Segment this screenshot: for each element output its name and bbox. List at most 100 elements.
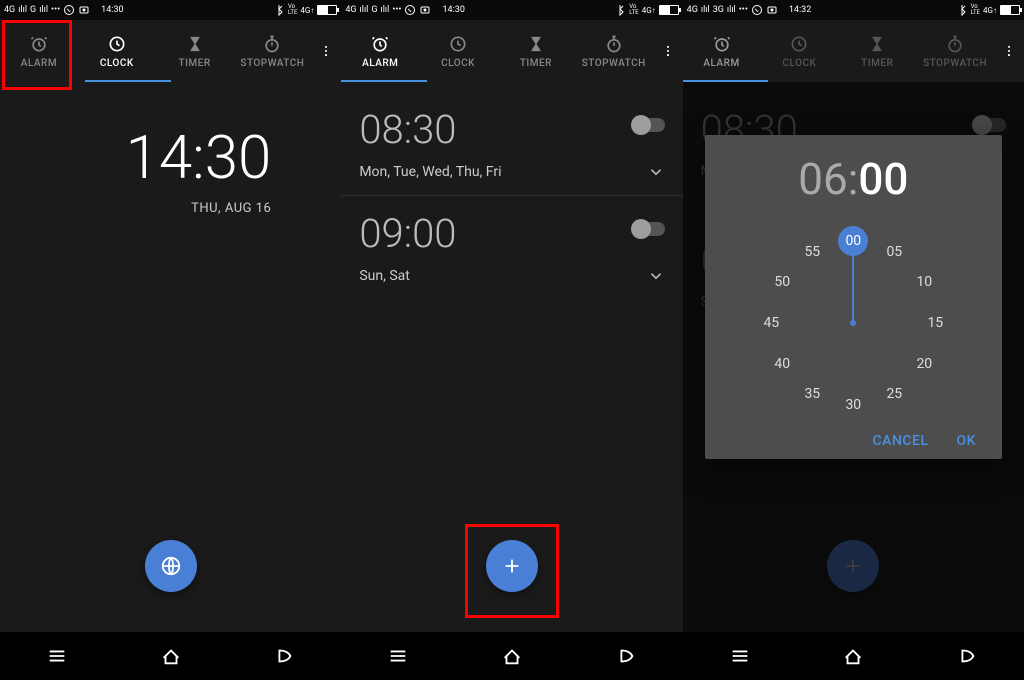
alarm-time[interactable]: 09:00 (359, 210, 664, 257)
lte4g-icon: 4G↑ (300, 6, 314, 15)
tab-alarm[interactable]: ALARM (683, 20, 761, 82)
tab-label: TIMER (520, 58, 552, 69)
tab-clock[interactable]: CLOCK (78, 20, 156, 82)
clock-icon (107, 34, 127, 54)
minute-tick[interactable]: 15 (920, 315, 950, 331)
alarm-item[interactable]: 09:00 Sun, Sat (341, 196, 682, 299)
clock-time-text: 14:30 (0, 122, 271, 193)
home-icon[interactable] (842, 645, 864, 667)
tab-stopwatch[interactable]: STOPWATCH (916, 20, 994, 82)
minute-tick[interactable]: 00 (838, 226, 868, 256)
android-navbar (0, 632, 341, 680)
fab-cities[interactable] (145, 540, 197, 592)
fab-add-alarm[interactable] (486, 540, 538, 592)
signal-icon: ılıl (18, 5, 27, 15)
more-vert-icon (1002, 44, 1016, 58)
whatsapp-icon (404, 4, 416, 16)
bluetooth-icon (614, 4, 626, 16)
picker-minutes[interactable]: 00 (858, 153, 908, 205)
volte-icon: VoLTE (629, 4, 638, 16)
hourglass-icon (185, 34, 205, 54)
net-4g: 4G (345, 5, 356, 15)
ok-button[interactable]: OK (956, 433, 976, 449)
tab-alarm[interactable]: ALARM (0, 20, 78, 82)
dots-icon: ••• (51, 5, 60, 15)
overflow-menu[interactable] (311, 20, 341, 82)
bluetooth-icon (956, 4, 968, 16)
net-3g: 3G (713, 5, 724, 15)
back-icon[interactable] (273, 645, 295, 667)
clock-icon (448, 34, 468, 54)
signal-icon: ılıl (727, 5, 736, 15)
status-bar: 4G ılıl G ılıl ••• 14:30 VoLTE 4G↑ (0, 0, 341, 20)
chevron-down-icon[interactable] (647, 267, 665, 285)
recents-icon[interactable] (387, 645, 409, 667)
alarm-item[interactable]: 08:30 Mon, Tue, Wed, Thu, Fri (341, 92, 682, 195)
minute-tick[interactable]: 55 (797, 244, 827, 260)
tab-clock[interactable]: CLOCK (419, 20, 497, 82)
dots-icon: ••• (739, 5, 748, 15)
minute-tick[interactable]: 45 (756, 315, 786, 331)
recents-icon[interactable] (729, 645, 751, 667)
plus-icon (501, 555, 523, 577)
home-icon[interactable] (160, 645, 182, 667)
alarm-time[interactable]: 08:30 (359, 106, 664, 153)
tab-alarm[interactable]: ALARM (341, 20, 419, 82)
hourglass-icon (526, 34, 546, 54)
minute-tick[interactable]: 25 (879, 386, 909, 402)
battery-icon (317, 5, 337, 15)
home-icon[interactable] (501, 645, 523, 667)
center-dot (850, 320, 856, 326)
minute-tick[interactable]: 20 (909, 356, 939, 372)
minute-tick[interactable]: 05 (879, 244, 909, 260)
chevron-down-icon[interactable] (647, 163, 665, 181)
status-bar: 4G ılıl 3G ılıl ••• 14:32 VoLTE 4G↑ (683, 0, 1024, 20)
minute-tick[interactable]: 10 (909, 274, 939, 290)
more-vert-icon (661, 44, 675, 58)
minute-tick[interactable]: 40 (767, 356, 797, 372)
tab-bar: ALARM CLOCK TIMER STOPWATCH (341, 20, 682, 82)
camera-icon (419, 4, 431, 16)
tab-timer[interactable]: TIMER (838, 20, 916, 82)
tab-stopwatch[interactable]: STOPWATCH (575, 20, 653, 82)
tab-timer[interactable]: TIMER (497, 20, 575, 82)
more-vert-icon (319, 44, 333, 58)
tab-label: STOPWATCH (240, 58, 304, 69)
whatsapp-icon (63, 4, 75, 16)
alarm-toggle[interactable] (633, 118, 665, 132)
tab-clock[interactable]: CLOCK (760, 20, 838, 82)
android-navbar (341, 632, 682, 680)
tab-stopwatch[interactable]: STOPWATCH (233, 20, 311, 82)
battery-icon (659, 5, 679, 15)
stopwatch-icon (945, 34, 965, 54)
minute-tick[interactable]: 30 (838, 397, 868, 413)
overflow-menu[interactable] (653, 20, 683, 82)
tab-label: CLOCK (782, 58, 816, 69)
net-4g: 4G (687, 5, 698, 15)
alarm-icon (29, 34, 49, 54)
hourglass-icon (867, 34, 887, 54)
tab-label: CLOCK (441, 58, 475, 69)
volte-icon: VoLTE (971, 4, 980, 16)
time-picker-dialog: 06:00 000510152025303540455055 CANCEL OK (705, 135, 1002, 459)
back-icon[interactable] (615, 645, 637, 667)
signal-icon: ılıl (701, 5, 710, 15)
tab-label: ALARM (362, 58, 398, 69)
cancel-button[interactable]: CANCEL (873, 433, 929, 449)
status-time: 14:32 (789, 5, 811, 15)
picker-clockface[interactable]: 00 0510 15 2025 30 3540 45 5055 (753, 223, 953, 423)
clock-hand (852, 245, 854, 323)
alarm-toggle[interactable] (633, 222, 665, 236)
whatsapp-icon (751, 4, 763, 16)
minute-tick[interactable]: 35 (797, 386, 827, 402)
tab-timer[interactable]: TIMER (156, 20, 234, 82)
overflow-menu[interactable] (994, 20, 1024, 82)
minute-tick[interactable]: 50 (767, 274, 797, 290)
tab-bar: ALARM CLOCK TIMER STOPWATCH (0, 20, 341, 82)
picker-hours[interactable]: 06 (798, 153, 847, 205)
back-icon[interactable] (956, 645, 978, 667)
status-time: 14:30 (442, 5, 464, 15)
recents-icon[interactable] (46, 645, 68, 667)
tab-indicator (85, 80, 170, 82)
net-g: G (30, 5, 36, 15)
